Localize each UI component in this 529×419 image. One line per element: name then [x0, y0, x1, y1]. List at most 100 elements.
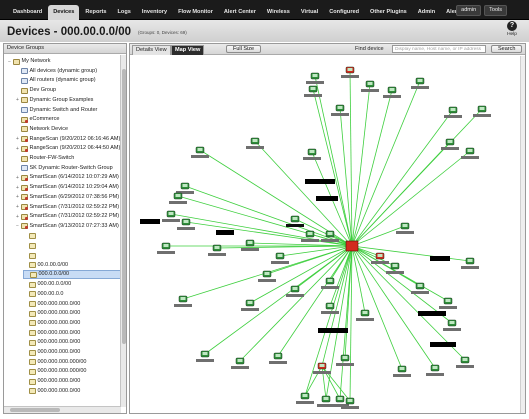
tree-item[interactable]: 000.000.000.0/00 — [23, 319, 80, 328]
tree-item[interactable]: 000.000.000.0/00 — [23, 309, 80, 318]
tab-alert-center[interactable]: Alert Center — [219, 5, 261, 20]
tree-item[interactable]: 00.0.00.0/00 — [23, 261, 68, 270]
tree-item[interactable]: + SmartScan (6/14/2012 10:29:04 AM) — [15, 183, 119, 192]
device-icon[interactable] — [241, 239, 259, 251]
device-icon[interactable] — [301, 230, 319, 242]
device-icon[interactable] — [321, 277, 339, 289]
device-icon[interactable] — [208, 244, 226, 256]
device-icon[interactable] — [286, 215, 304, 227]
tab-logs[interactable]: Logs — [113, 5, 136, 20]
device-icon[interactable] — [336, 354, 354, 366]
expand-toggle-icon[interactable]: + — [15, 175, 20, 181]
tab-inventory[interactable]: Inventory — [137, 5, 172, 20]
device-icon[interactable] — [246, 137, 264, 149]
device-icon[interactable] — [441, 138, 459, 150]
tab-dashboard[interactable]: Dashboard — [8, 5, 47, 20]
expand-toggle-icon[interactable]: + — [15, 136, 20, 142]
tree-item[interactable]: 000.000.000.0/00 — [23, 348, 80, 357]
tree-item[interactable]: SK Dynamic Router-Switch Group — [15, 164, 113, 173]
tab-virtual[interactable]: Virtual — [296, 5, 323, 20]
tree-item[interactable]: 000.000.000.0/00 — [23, 387, 80, 396]
expand-toggle-icon[interactable]: + — [15, 214, 20, 220]
expand-toggle-icon[interactable]: + — [15, 194, 20, 200]
tree-vertical-scrollbar[interactable] — [120, 55, 126, 407]
tree-item[interactable]: + SmartScan (6/29/2012 07:38:56 PM) — [15, 193, 119, 202]
device-icon[interactable] — [303, 148, 321, 160]
expand-toggle-icon[interactable]: + — [15, 97, 20, 103]
tree-item[interactable]: + Dynamic Group Examples — [15, 96, 93, 105]
hub-router-icon[interactable] — [345, 240, 359, 252]
tab-reports[interactable]: Reports — [80, 5, 111, 20]
expand-toggle-icon[interactable]: + — [15, 204, 20, 210]
device-icon[interactable] — [444, 106, 462, 118]
tree-item[interactable]: Router-FW-Switch — [15, 154, 74, 163]
device-icon[interactable] — [331, 104, 349, 116]
tab-details-view[interactable]: Details View — [132, 45, 171, 55]
user-dropdown[interactable]: admin — [456, 5, 482, 16]
scroll-thumb[interactable] — [122, 69, 126, 344]
tree-item[interactable]: 000.000.000.000/00 — [23, 358, 86, 367]
tree-item[interactable]: 000.000.000.0/00 — [23, 329, 80, 338]
tree-item[interactable]: All routers (dynamic group) — [15, 76, 96, 85]
help-button[interactable]: ? Help — [503, 21, 521, 37]
tools-dropdown[interactable]: Tools — [484, 5, 507, 16]
tree-item[interactable]: + SmartScan (7/31/2012 02:59:22 PM) — [15, 212, 119, 221]
tree-item[interactable]: 000.00.0.0 — [23, 290, 64, 299]
tab-devices[interactable]: Devices — [48, 5, 80, 20]
tree-item[interactable]: 000.000.000.0/00 — [23, 338, 80, 347]
device-icon[interactable] — [306, 72, 324, 84]
expand-toggle-icon[interactable]: − — [15, 223, 20, 229]
tree-item[interactable]: + SmartScan (7/31/2012 02:59:22 PM) — [15, 203, 119, 212]
tab-wireless[interactable]: Wireless — [262, 5, 295, 20]
tree-item[interactable]: eCommerce — [15, 115, 59, 124]
device-icon[interactable] — [439, 297, 457, 309]
network-map[interactable] — [130, 56, 525, 413]
tree-item[interactable]: 000.0.0.0/00 — [23, 270, 121, 280]
device-icon[interactable] — [443, 319, 461, 331]
device-icon[interactable] — [174, 295, 192, 307]
device-icon[interactable] — [258, 270, 276, 282]
device-icon[interactable] — [461, 257, 479, 269]
tree-item[interactable]: All devices (dynamic group) — [15, 67, 97, 76]
tab-flow-monitor[interactable]: Flow Monitor — [173, 5, 218, 20]
find-device-input[interactable] — [392, 45, 486, 53]
search-button[interactable]: Search — [491, 45, 523, 53]
tab-other-plugins[interactable]: Other Plugins — [365, 5, 412, 20]
tree-item[interactable] — [23, 241, 38, 250]
full-size-button[interactable]: Full Size — [226, 45, 262, 53]
device-icon[interactable] — [196, 350, 214, 362]
tree-item[interactable]: − My Network — [7, 57, 51, 66]
tree-item[interactable] — [23, 232, 38, 241]
device-icon[interactable] — [386, 262, 404, 274]
tree-item[interactable]: + SmartScan (6/14/2012 10:07:29 AM) — [15, 173, 119, 182]
device-icon[interactable] — [383, 86, 401, 98]
device-icon[interactable] — [286, 285, 304, 297]
device-alert-icon[interactable] — [313, 362, 331, 374]
tab-map-view[interactable]: Map View — [171, 45, 205, 55]
device-icon[interactable] — [296, 392, 314, 404]
tree-item[interactable]: Dynamic Switch and Router — [15, 106, 97, 115]
device-icon[interactable] — [271, 252, 289, 264]
tree-item[interactable]: 000.000.000.0/00 — [23, 377, 80, 386]
tab-admin[interactable]: Admin — [413, 5, 440, 20]
expand-toggle-icon[interactable]: − — [7, 59, 12, 65]
tree-item[interactable]: 000.000.000.000/00 — [23, 367, 86, 376]
tree-item[interactable]: 000.000.000.0/00 — [23, 300, 80, 309]
device-icon[interactable] — [191, 146, 209, 158]
device-icon[interactable] — [356, 309, 374, 321]
tree-item[interactable]: Network Device — [15, 125, 68, 134]
tree-item[interactable]: + RangeScan (9/20/2012 06:44:50 AM) — [15, 144, 120, 153]
device-icon[interactable] — [162, 210, 180, 222]
device-icon[interactable] — [393, 365, 411, 377]
tree-item[interactable]: Dev Group — [15, 86, 56, 95]
map-vertical-scrollbar[interactable] — [520, 56, 525, 413]
tree-item[interactable] — [23, 251, 38, 260]
device-icon[interactable] — [269, 352, 287, 364]
tree-item[interactable]: 000.00.0.0/00 — [23, 280, 71, 289]
tree-item[interactable]: − SmartScan (9/13/2012 07:27:33 AM) — [15, 222, 119, 231]
tree-item[interactable]: + RangeScan (9/20/2012 06:16:46 AM) — [15, 135, 120, 144]
device-icon[interactable] — [231, 357, 249, 369]
device-icon[interactable] — [304, 85, 322, 97]
device-icon[interactable] — [411, 77, 429, 89]
device-icon[interactable] — [169, 192, 187, 204]
